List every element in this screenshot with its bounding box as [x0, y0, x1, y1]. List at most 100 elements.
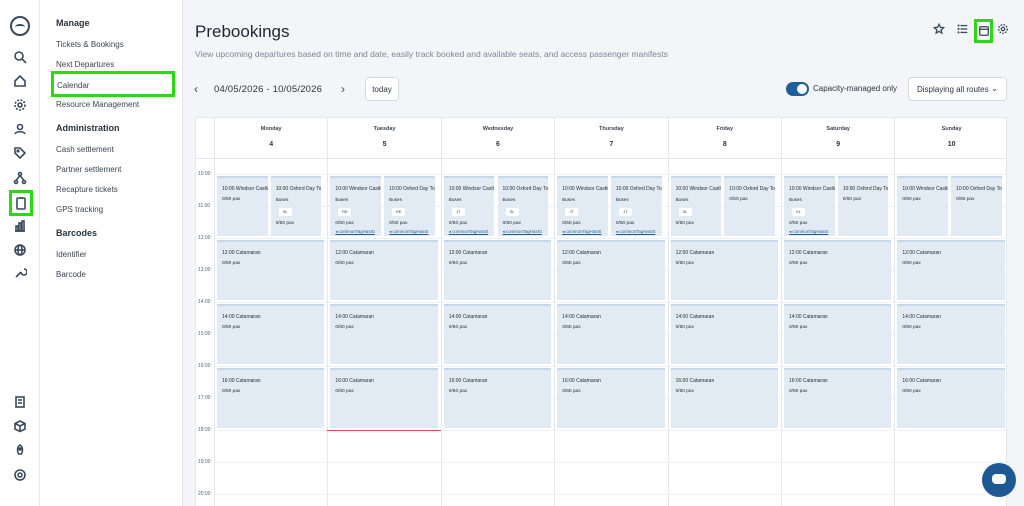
week-calendar: Monday 4 Tuesday 5 Wednesday 6 Thursday 7 Friday…	[195, 117, 1007, 506]
calendar-event[interactable]: 16:00 Catamaran 0/60 pax	[217, 368, 325, 428]
calendar-event[interactable]: 12:00 Catamaran 0/60 pax	[897, 240, 1005, 300]
calendar-event[interactable]: 10:00 Windsor Castle Buses RE 0/50 pax ◂ com…	[330, 176, 382, 236]
menu-item-resource-management[interactable]: Resource Management	[56, 100, 139, 109]
search-icon[interactable]	[12, 49, 28, 65]
calendar-event[interactable]: 10:00 Oxford Day Tour Buses RE 0/50 pax ◂ co…	[384, 176, 435, 236]
menu-item-cash-settlement[interactable]: Cash settlement	[56, 145, 114, 154]
calendar-event[interactable]: 10:00 Oxford Day Tour Buses SL 0/50 pax ◂ co…	[497, 176, 549, 236]
box-icon[interactable]	[12, 418, 28, 434]
calendar-event[interactable]: 14:00 Catamaran 0/60 pax	[217, 304, 325, 364]
calendar-event[interactable]: 12:00 Catamaran 0/60 pax	[443, 240, 552, 300]
calendar-event[interactable]: 14:00 Catamaran 0/60 pax	[784, 304, 892, 364]
calendar-view-icon[interactable]	[974, 19, 993, 43]
event-tag-link[interactable]: ◂ commonTagHasSt	[449, 229, 488, 235]
event-title: 14:00 Catamaran	[789, 314, 828, 320]
menu-item-partner-settlement[interactable]: Partner settlement	[56, 165, 121, 174]
tag-icon[interactable]	[12, 145, 28, 161]
event-pax: 0/60 pax	[902, 389, 921, 394]
event-badge: SL	[792, 208, 805, 216]
calendar-event[interactable]: 14:00 Catamaran 0/60 pax	[670, 304, 778, 364]
calendar-event[interactable]: 16:00 Catamaran 0/60 pax	[670, 368, 778, 428]
today-button[interactable]: today	[365, 77, 399, 101]
calendar-event[interactable]: 10:00 Windsor Castle Buses JT 0/50 pax ◂ com…	[557, 176, 608, 236]
event-title: 14:00 Catamaran	[222, 314, 261, 320]
event-tag-link[interactable]: ◂ commonTagHasSt	[335, 229, 374, 235]
calendar-event[interactable]: 10:00 Oxford Day Tour 0/60 pax	[951, 176, 1002, 236]
day-name: Wednesday	[482, 126, 514, 132]
event-pax: 0/60 pax	[902, 261, 921, 266]
event-pax: 0/50 pax	[389, 221, 408, 226]
calendar-event[interactable]: 12:00 Catamaran 0/60 pax	[784, 240, 892, 300]
calendar-event[interactable]: 16:00 Catamaran 0/60 pax	[557, 368, 665, 428]
prev-week-button[interactable]: ‹	[194, 82, 198, 96]
calendar-event[interactable]: 10:00 Oxford Day Tour 0/60 pax	[724, 176, 775, 236]
next-week-button[interactable]: ›	[341, 82, 345, 96]
calendar-event[interactable]: 10:00 Oxford Day Tour Buses SL 0/50 pax	[270, 176, 322, 236]
calendar-event[interactable]: 10:00 Windsor Castle Buses SL 0/50 pax ◂ com…	[784, 176, 835, 236]
event-title: 10:00 Windsor Castle	[902, 186, 949, 192]
calendar-event[interactable]: 10:00 Oxford Day Tour Buses JT 0/50 pax ◂ co…	[610, 176, 662, 236]
bar-chart-icon[interactable]	[12, 218, 28, 234]
event-tag-link[interactable]: ◂ commonTagHasSt	[389, 229, 428, 235]
calendar-event[interactable]: 10:00 Windsor Castle Buses SL 0/50 pax	[670, 176, 722, 236]
rocket-icon[interactable]	[12, 442, 28, 458]
menu-heading: Administration	[56, 123, 120, 133]
event-badge: JT	[565, 208, 579, 216]
menu-item-gps-tracking[interactable]: GPS tracking	[56, 205, 103, 214]
menu-item-tickets-bookings[interactable]: Tickets & Bookings	[56, 40, 124, 49]
event-badge: SL	[278, 208, 292, 216]
home-icon[interactable]	[12, 73, 28, 89]
calendar-event[interactable]: 14:00 Catamaran 0/60 pax	[330, 304, 438, 364]
event-tag-link[interactable]: ◂ commonTagHasSt	[616, 229, 655, 235]
capacity-managed-toggle[interactable]	[786, 82, 809, 96]
hour-gridline	[214, 174, 1006, 175]
day-column-divider	[894, 158, 896, 506]
network-icon[interactable]	[12, 170, 28, 186]
event-pax: 0/60 pax	[448, 389, 468, 394]
settings-icon[interactable]	[996, 22, 1010, 36]
event-resource: Buses	[789, 197, 802, 202]
globe-icon[interactable]	[12, 242, 28, 258]
day-column-divider	[214, 158, 215, 506]
calendar-event[interactable]: 12:00 Catamaran 0/60 pax	[217, 240, 325, 300]
list-icon[interactable]	[956, 22, 970, 36]
calendar-event[interactable]: 14:00 Catamaran 0/60 pax	[557, 304, 665, 364]
calendar-event[interactable]: 10:00 Oxford Day Tour 0/60 pax	[837, 176, 889, 236]
settings-icon[interactable]	[12, 97, 28, 113]
calendar-event[interactable]: 16:00 Catamaran 0/60 pax	[443, 368, 552, 428]
menu-item-barcode[interactable]: Barcode	[56, 270, 86, 279]
event-title: 16:00 Catamaran	[675, 378, 715, 384]
capacity-managed-label: Capacity-managed only	[813, 84, 898, 93]
calendar-event[interactable]: 16:00 Catamaran 0/60 pax	[897, 368, 1005, 428]
calendar-event[interactable]: 10:00 Windsor Castle 0/60 pax	[217, 176, 268, 236]
event-title: 14:00 Catamaran	[335, 314, 375, 320]
wrench-icon[interactable]	[12, 265, 28, 281]
support-icon[interactable]	[12, 467, 28, 483]
calendar-event[interactable]: 10:00 Windsor Castle Buses JT 0/50 pax ◂ com…	[443, 176, 495, 236]
routes-select[interactable]: Displaying all routes ⌄	[908, 77, 1007, 101]
event-tag-link[interactable]: ◂ commonTagHasSt	[562, 229, 601, 235]
menu-item-calendar[interactable]: Calendar	[51, 71, 175, 97]
calendar-event[interactable]: 12:00 Catamaran 0/60 pax	[557, 240, 665, 300]
calendar-event[interactable]: 12:00 Catamaran 0/60 pax	[330, 240, 438, 300]
menu-item-recapture-tickets[interactable]: Recapture tickets	[56, 185, 118, 194]
calendar-event[interactable]: 12:00 Catamaran 0/60 pax	[670, 240, 778, 300]
event-tag-link[interactable]: ◂ commonTagHasSt	[789, 229, 828, 235]
calendar-event[interactable]: 14:00 Catamaran 0/60 pax	[897, 304, 1005, 364]
chat-support-button[interactable]	[982, 463, 1016, 497]
calendar-event[interactable]: 10:00 Windsor Castle 0/60 pax	[897, 176, 949, 236]
event-badge: JT	[451, 208, 465, 216]
star-icon[interactable]	[932, 22, 946, 36]
calendar-event[interactable]: 14:00 Catamaran 0/60 pax	[443, 304, 552, 364]
building-icon[interactable]	[12, 394, 28, 410]
user-badge-icon[interactable]	[12, 121, 28, 137]
clipboard-icon[interactable]	[9, 190, 33, 216]
event-tag-link[interactable]: ◂ commonTagHasSt	[503, 229, 542, 235]
menu-item-next-departures[interactable]: Next Departures	[56, 60, 114, 69]
calendar-event[interactable]: 16:00 Catamaran 0/60 pax	[784, 368, 892, 428]
calendar-event[interactable]: 16:00 Catamaran 0/60 pax	[330, 368, 438, 428]
menu-item-identifier[interactable]: Identifier	[56, 250, 87, 259]
time-label: 20:00	[198, 491, 211, 497]
event-title: 16:00 Catamaran	[562, 378, 601, 384]
time-label: 10:00	[198, 171, 211, 177]
